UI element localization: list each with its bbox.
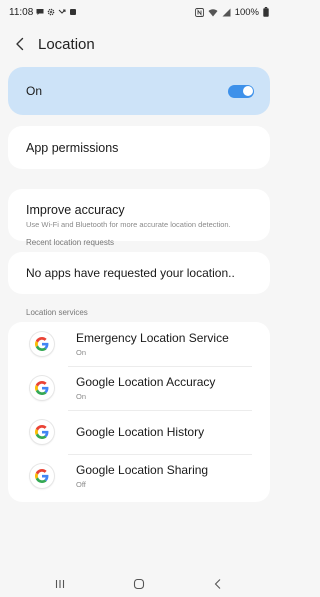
improve-accuracy-card: Improve accuracy Use Wi-Fi and Bluetooth… bbox=[8, 189, 270, 241]
service-text: Google Location History bbox=[76, 425, 258, 439]
improve-accuracy-subtitle: Use Wi-Fi and Bluetooth for more accurat… bbox=[26, 220, 231, 229]
app-icon bbox=[70, 9, 77, 15]
status-right: 100% bbox=[194, 6, 269, 18]
service-text: Emergency Location Service On bbox=[76, 331, 258, 357]
chevron-left-icon bbox=[16, 37, 24, 51]
service-text: Google Location Accuracy On bbox=[76, 375, 258, 401]
message-icon bbox=[36, 9, 44, 15]
service-text: Google Location Sharing Off bbox=[76, 463, 258, 489]
back-button[interactable] bbox=[8, 29, 32, 59]
header: Location bbox=[0, 24, 277, 64]
gear-icon bbox=[47, 8, 55, 16]
wifi-icon bbox=[208, 8, 218, 16]
home-button[interactable] bbox=[124, 572, 154, 596]
nav-back-button[interactable] bbox=[203, 572, 233, 596]
google-g-icon bbox=[30, 464, 54, 488]
improve-accuracy-item[interactable]: Improve accuracy Use Wi-Fi and Bluetooth… bbox=[8, 189, 270, 241]
recents-icon bbox=[55, 579, 64, 588]
service-title: Google Location Accuracy bbox=[76, 375, 216, 389]
recent-requests-card: No apps have requested your location.. bbox=[8, 252, 270, 294]
service-google-location-accuracy[interactable]: Google Location Accuracy On bbox=[8, 366, 270, 410]
service-title: Google Location Sharing bbox=[76, 463, 209, 477]
battery-icon bbox=[263, 7, 269, 17]
service-title: Emergency Location Service bbox=[76, 331, 229, 345]
navigation-bar bbox=[0, 570, 277, 597]
location-services-card: Emergency Location Service On Google Loc… bbox=[8, 322, 270, 502]
master-switch-label: On bbox=[26, 84, 43, 98]
app-permissions-card: App permissions bbox=[8, 126, 270, 169]
page-title: Location bbox=[38, 35, 95, 53]
google-g-icon bbox=[30, 332, 54, 356]
signal-icon bbox=[222, 8, 231, 16]
service-emergency-location[interactable]: Emergency Location Service On bbox=[8, 322, 270, 366]
service-status: On bbox=[76, 392, 87, 401]
missed-call-icon bbox=[58, 9, 66, 14]
location-services-section-label: Location services bbox=[26, 308, 88, 317]
service-google-location-history[interactable]: Google Location History bbox=[8, 410, 270, 454]
app-permissions-label: App permissions bbox=[26, 140, 119, 155]
location-master-switch[interactable]: On bbox=[8, 67, 270, 115]
service-google-location-sharing[interactable]: Google Location Sharing Off bbox=[8, 454, 270, 498]
app-permissions-item[interactable]: App permissions bbox=[8, 126, 270, 169]
recent-requests-empty: No apps have requested your location.. bbox=[8, 252, 270, 294]
back-icon bbox=[214, 578, 220, 589]
home-icon bbox=[133, 578, 144, 589]
nfc-icon bbox=[194, 7, 204, 17]
service-status: On bbox=[76, 348, 87, 357]
recents-button[interactable] bbox=[45, 572, 75, 596]
recent-requests-section-label: Recent location requests bbox=[26, 238, 115, 247]
service-title: Google Location History bbox=[76, 425, 205, 439]
google-g-icon bbox=[30, 420, 54, 444]
service-status: Off bbox=[76, 480, 86, 489]
battery-percent: 100% bbox=[234, 6, 259, 18]
google-g-icon bbox=[30, 376, 54, 400]
toggle-knob bbox=[242, 86, 253, 96]
toggle-switch[interactable] bbox=[228, 84, 254, 98]
status-bar: 11:08 100% bbox=[0, 0, 277, 24]
status-left: 11:08 bbox=[9, 7, 77, 18]
status-time: 11:08 bbox=[9, 6, 34, 18]
recent-requests-empty-label: No apps have requested your location.. bbox=[26, 266, 235, 280]
improve-accuracy-title: Improve accuracy bbox=[26, 203, 125, 217]
notification-icons bbox=[36, 8, 77, 16]
